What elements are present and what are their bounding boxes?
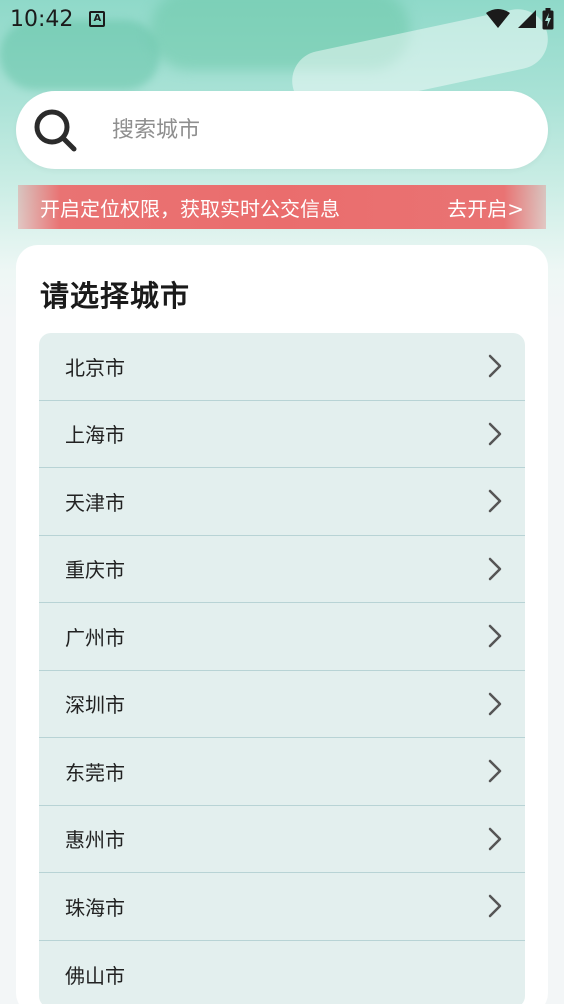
text-a-icon: A <box>89 11 106 27</box>
city-name: 广州市 <box>65 625 125 650</box>
chevron-right-icon <box>488 557 502 580</box>
city-name: 珠海市 <box>65 895 125 920</box>
status-time: 10:42 <box>10 6 74 32</box>
city-item-huizhou[interactable]: 惠州市 <box>39 806 525 873</box>
city-name: 重庆市 <box>65 558 125 583</box>
city-selection-card: 请选择城市 北京市 上海市 天津市 重庆市 广州市 深圳市 东莞市 惠州市 珠海… <box>16 245 548 1004</box>
banner-message: 开启定位权限，获取实时公交信息 <box>40 196 340 221</box>
signal-icon <box>518 10 536 28</box>
city-item-foshan[interactable]: 佛山市 <box>39 941 525 1004</box>
search-bar[interactable] <box>16 91 548 169</box>
chevron-right-icon <box>488 355 502 378</box>
city-item-shenzhen[interactable]: 深圳市 <box>39 671 525 738</box>
city-item-zhuhai[interactable]: 珠海市 <box>39 873 525 941</box>
city-name: 惠州市 <box>65 828 125 853</box>
battery-charging-icon <box>542 8 554 30</box>
city-item-shanghai[interactable]: 上海市 <box>39 401 525 468</box>
city-item-chongqing[interactable]: 重庆市 <box>39 536 525 603</box>
page-title: 请选择城市 <box>40 279 191 313</box>
search-input[interactable] <box>112 117 492 143</box>
chevron-right-icon <box>488 692 502 715</box>
city-name: 佛山市 <box>65 963 125 988</box>
city-item-guangzhou[interactable]: 广州市 <box>39 603 525 671</box>
chevron-right-icon <box>488 625 502 648</box>
location-permission-banner[interactable]: 开启定位权限，获取实时公交信息 去开启> <box>18 185 546 229</box>
city-name: 东莞市 <box>65 760 125 785</box>
wifi-icon <box>486 9 510 28</box>
status-bar: 10:42 A <box>0 0 564 38</box>
city-name: 天津市 <box>65 490 125 515</box>
chevron-right-icon <box>488 895 502 918</box>
city-name: 上海市 <box>65 423 125 448</box>
enable-location-link[interactable]: 去开启> <box>447 193 524 222</box>
chevron-right-icon <box>488 422 502 445</box>
chevron-right-icon <box>488 490 502 513</box>
city-item-tianjin[interactable]: 天津市 <box>39 468 525 536</box>
search-icon[interactable] <box>32 107 78 153</box>
city-list: 北京市 上海市 天津市 重庆市 广州市 深圳市 东莞市 惠州市 珠海市 佛山市 <box>39 333 525 1004</box>
city-name: 北京市 <box>65 355 125 380</box>
city-name: 深圳市 <box>65 693 125 718</box>
city-item-beijing[interactable]: 北京市 <box>39 333 525 401</box>
status-icons <box>486 8 554 30</box>
city-item-dongguan[interactable]: 东莞市 <box>39 738 525 806</box>
chevron-right-icon <box>488 760 502 783</box>
chevron-right-icon <box>488 827 502 850</box>
